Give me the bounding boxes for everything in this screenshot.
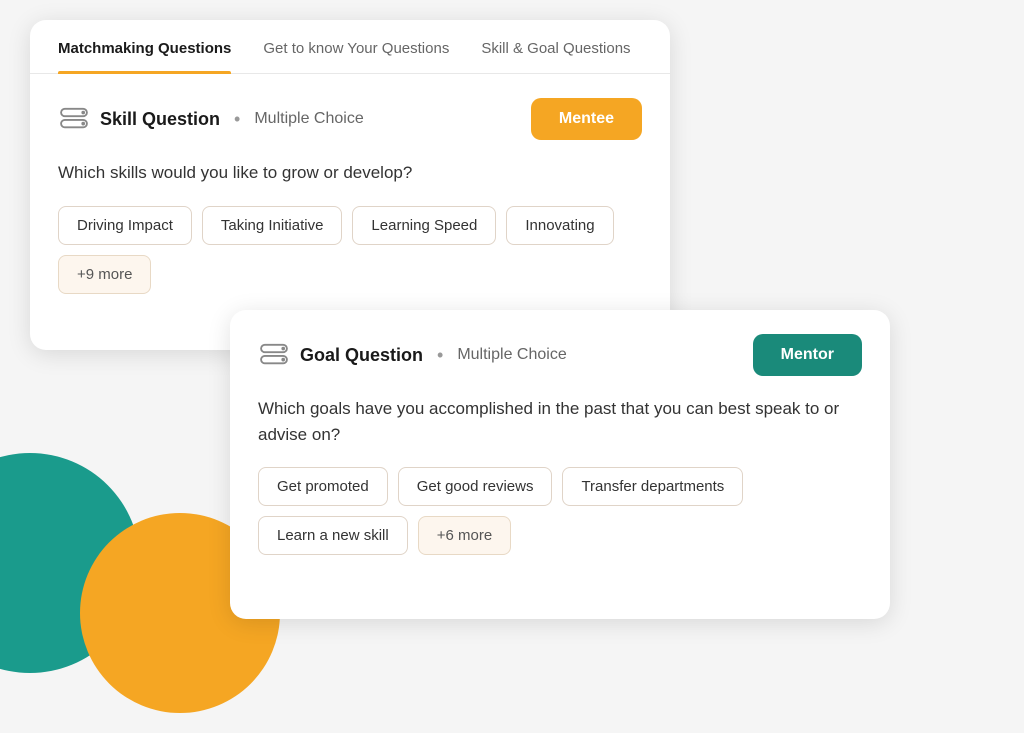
goal-type-row: Goal Question • Multiple Choice bbox=[258, 339, 567, 371]
skill-question-text: Which skills would you like to grow or d… bbox=[58, 160, 642, 186]
mentor-badge[interactable]: Mentor bbox=[753, 334, 862, 376]
tag-more-skill[interactable]: +9 more bbox=[58, 255, 151, 294]
tag-learning-speed[interactable]: Learning Speed bbox=[352, 206, 496, 245]
tab-matchmaking[interactable]: Matchmaking Questions bbox=[58, 20, 231, 73]
card1-body: Skill Question • Multiple Choice Mentee … bbox=[30, 74, 670, 318]
tab-bar: Matchmaking Questions Get to know Your Q… bbox=[30, 20, 670, 74]
tag-get-promoted[interactable]: Get promoted bbox=[258, 467, 388, 506]
tag-taking-initiative[interactable]: Taking Initiative bbox=[202, 206, 343, 245]
tab-gettoknow[interactable]: Get to know Your Questions bbox=[263, 20, 449, 73]
mentee-badge[interactable]: Mentee bbox=[531, 98, 642, 140]
goal-tags-row1: Get promoted Get good reviews Transfer d… bbox=[258, 467, 862, 506]
question-type-row: Skill Question • Multiple Choice bbox=[58, 103, 364, 135]
goal-question-text: Which goals have you accomplished in the… bbox=[258, 396, 862, 447]
tag-driving-impact[interactable]: Driving Impact bbox=[58, 206, 192, 245]
skill-tags-more: +9 more bbox=[58, 255, 642, 294]
skill-icon bbox=[58, 103, 90, 135]
skill-question-card: Matchmaking Questions Get to know Your Q… bbox=[30, 20, 670, 350]
question-header: Skill Question • Multiple Choice Mentee bbox=[58, 98, 642, 140]
tag-innovating[interactable]: Innovating bbox=[506, 206, 613, 245]
goal-question-card: Goal Question • Multiple Choice Mentor W… bbox=[230, 310, 890, 619]
tag-transfer-departments[interactable]: Transfer departments bbox=[562, 467, 743, 506]
goal-question-header: Goal Question • Multiple Choice Mentor bbox=[258, 334, 862, 376]
tag-learn-new-skill[interactable]: Learn a new skill bbox=[258, 516, 408, 555]
tag-get-good-reviews[interactable]: Get good reviews bbox=[398, 467, 553, 506]
tag-more-goal[interactable]: +6 more bbox=[418, 516, 511, 555]
card2-body: Goal Question • Multiple Choice Mentor W… bbox=[230, 310, 890, 579]
tab-skillandgoal[interactable]: Skill & Goal Questions bbox=[481, 20, 630, 73]
skill-tags: Driving Impact Taking Initiative Learnin… bbox=[58, 206, 642, 245]
goal-icon bbox=[258, 339, 290, 371]
goal-tags-row2: Learn a new skill +6 more bbox=[258, 516, 862, 555]
